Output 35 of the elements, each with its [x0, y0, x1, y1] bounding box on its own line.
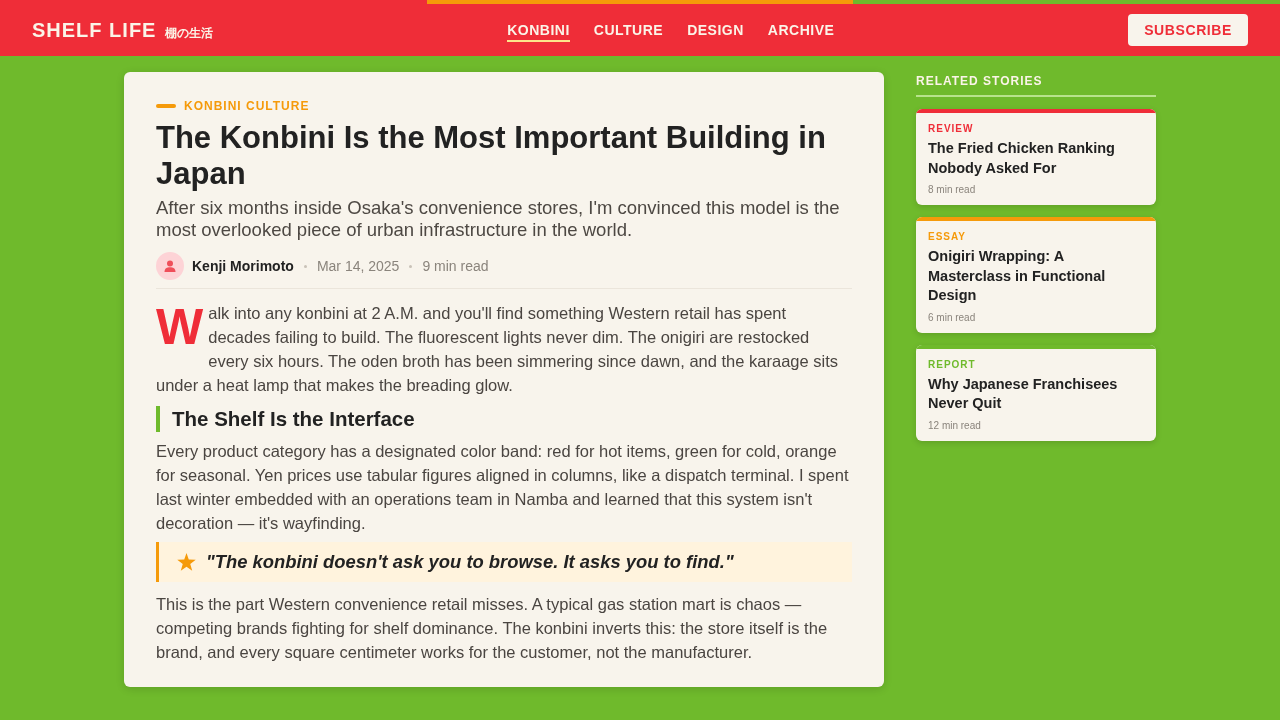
person-icon — [156, 252, 184, 280]
site-logo[interactable]: SHELF LIFE — [32, 18, 157, 42]
story-card[interactable]: REPORT Why Japanese Franchisees Never Quit 12 min read — [916, 344, 1156, 441]
story-read-time: 6 min read — [928, 311, 976, 324]
story-category: REPORT — [928, 358, 976, 371]
separator-dot-icon — [409, 264, 413, 268]
nav-link[interactable]: CULTURE — [593, 21, 664, 42]
story-category: REVIEW — [928, 123, 974, 135]
read-time: 9 min read — [422, 258, 489, 274]
story-title: Onigiri Wrapping: A Masterclass in Functional Design — [928, 247, 1107, 305]
body-paragraph: Every product category has a designated color band: red for hot items, green for cold, orange for seasonal. Yen prices use tabular figures aligned in columns, like a dispatch terminal. I spent last winter embedded with an operations team in Namba and learned that this system isn't decoration — it's wayfinding. — [156, 441, 850, 534]
sidebar-heading: RELATED STORIES — [916, 72, 1156, 97]
subscribe-button[interactable]: SUBSCRIBE — [1128, 14, 1248, 46]
separator-dot-icon — [303, 264, 307, 268]
category-kicker: KONBINI CULTURE — [184, 98, 310, 114]
story-read-time: 8 min read — [928, 184, 976, 196]
story-card[interactable]: REVIEW The Fried Chicken Ranking Nobody Asked For 8 min read — [916, 109, 1156, 205]
body-paragraph: This is the part Western convenience retail misses. A typical gas station mart is chaos — competing brands fighting for shelf dominance. The konbini inverts this: the store itself is the brand, and every square centimeter works for the customer, not the manufacturer. — [156, 594, 829, 663]
author-name: Kenji Morimoto — [192, 258, 294, 274]
nav-link[interactable]: KONBINI — [507, 21, 570, 42]
story-category: ESSAY — [928, 231, 966, 243]
pull-quote-text: "The konbini doesn't ask you to browse. It asks you to find." — [206, 550, 734, 574]
article-title: The Konbini Is the Most Important Building in Japan — [156, 120, 827, 192]
section-heading: The Shelf Is the Interface — [156, 406, 852, 432]
article-subtitle: After six months inside Osaka's convenience stores, I'm convinced this model is the most overlooked piece of urban infrastructure in the world. — [156, 197, 841, 241]
nav-link[interactable]: DESIGN — [687, 21, 744, 42]
site-tagline: 棚の生活 — [165, 25, 214, 41]
story-title: The Fried Chicken Ranking Nobody Asked For — [928, 139, 1116, 178]
story-read-time: 12 min read — [928, 419, 981, 432]
story-card[interactable]: ESSAY Onigiri Wrapping: A Masterclass in Functional Design 6 min read — [916, 217, 1156, 333]
star-icon — [177, 553, 196, 571]
story-title: Why Japanese Franchisees Never Quit — [928, 374, 1119, 413]
publish-date: Mar 14, 2025 — [316, 258, 400, 274]
nav-link[interactable]: ARCHIVE — [767, 21, 835, 42]
dash-icon — [156, 104, 176, 108]
